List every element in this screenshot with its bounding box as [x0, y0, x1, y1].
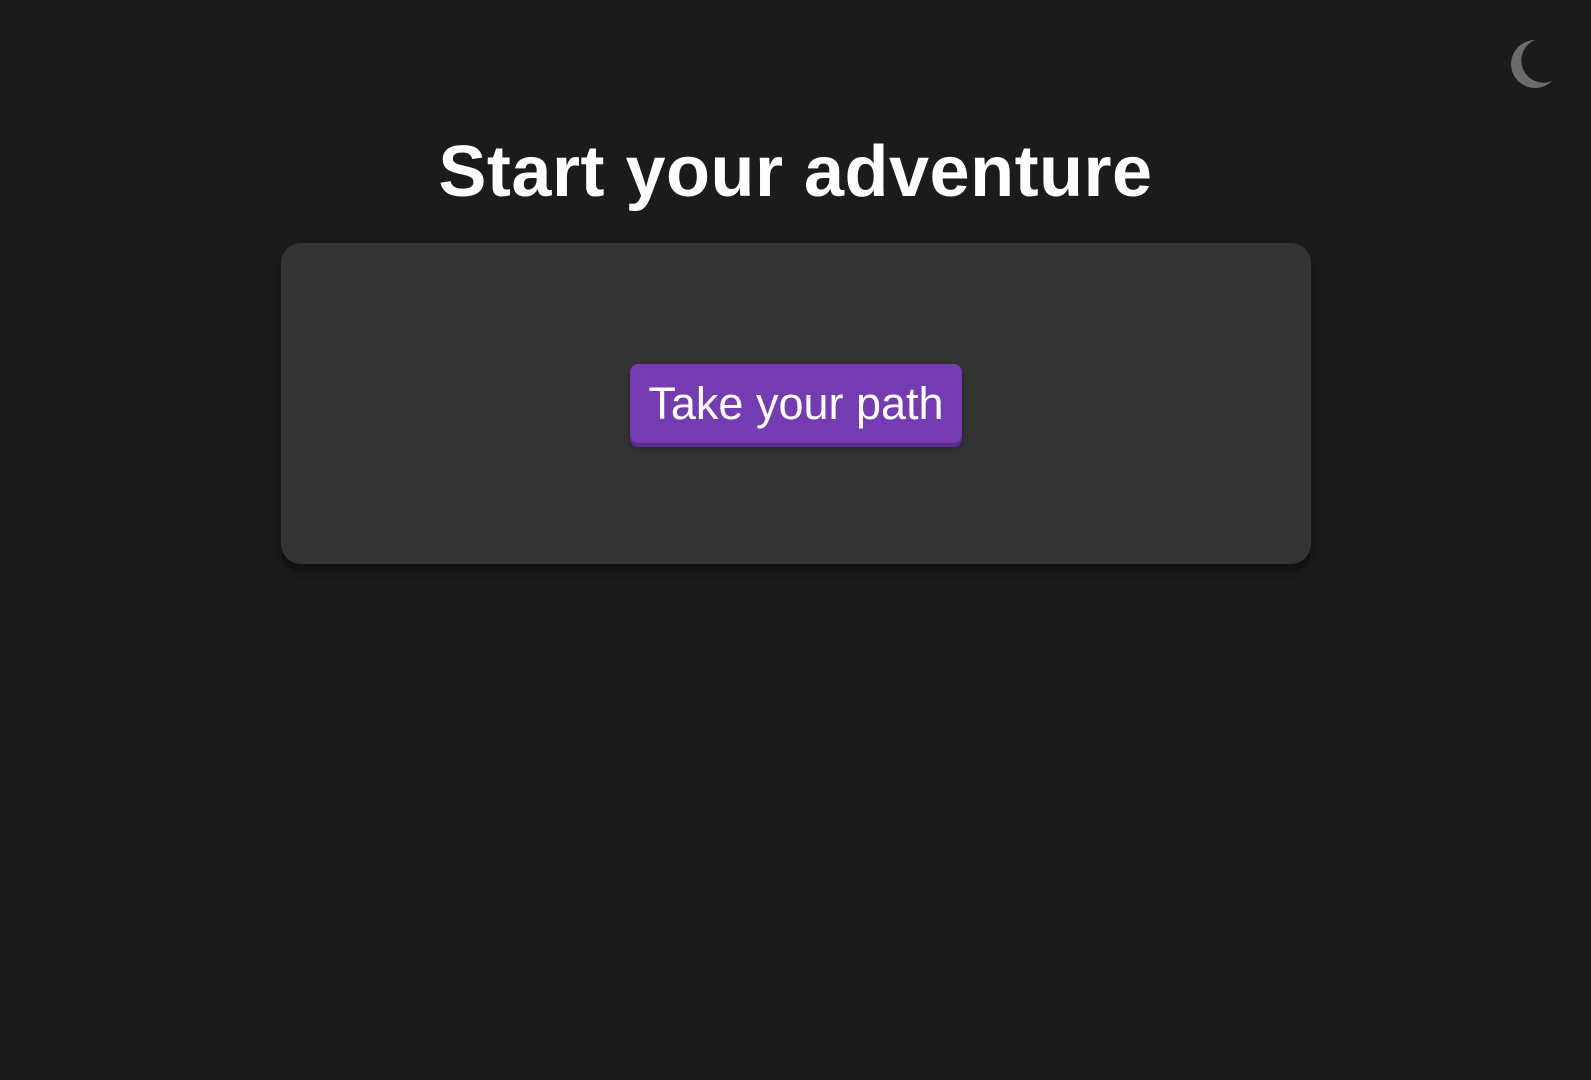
- page: Start your adventure Take your path: [0, 0, 1591, 1080]
- theme-toggle-button[interactable]: [1502, 38, 1554, 90]
- take-your-path-button[interactable]: Take your path: [630, 364, 962, 443]
- page-title: Start your adventure: [438, 132, 1153, 212]
- moon-icon: [1511, 40, 1552, 88]
- adventure-card: Take your path: [281, 243, 1311, 564]
